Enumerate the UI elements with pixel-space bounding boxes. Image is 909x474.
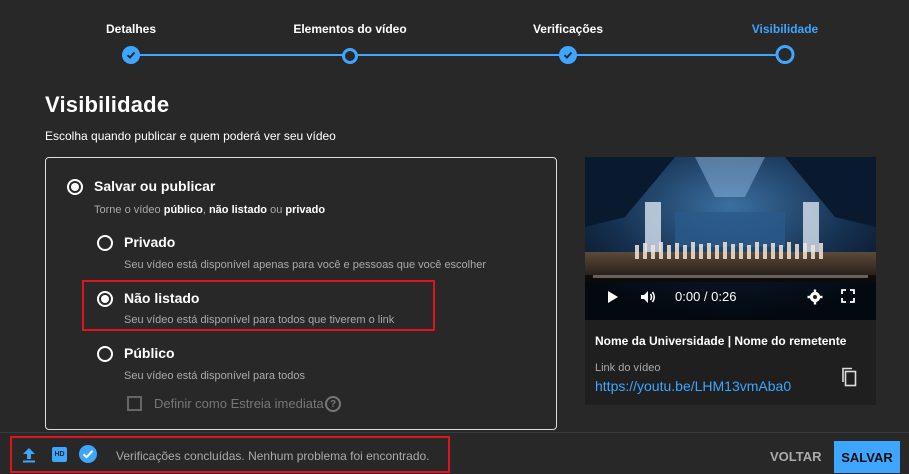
upload-icon[interactable]	[22, 447, 36, 468]
option-nao-listado-label[interactable]: Não listado	[124, 290, 199, 306]
footer-status-text: Verificações concluídas. Nenhum problema…	[116, 449, 430, 463]
help-icon[interactable]: ?	[325, 396, 341, 412]
fullscreen-icon[interactable]	[841, 289, 855, 308]
option-publico-label[interactable]: Público	[124, 345, 175, 361]
volume-icon[interactable]	[639, 288, 657, 311]
radio-privado[interactable]	[97, 235, 113, 251]
visibility-options-box: Salvar ou publicar Torne o vídeo público…	[45, 157, 557, 430]
settings-icon[interactable]	[807, 289, 823, 310]
stepper-progress-line	[131, 54, 785, 56]
play-icon[interactable]	[607, 290, 619, 309]
video-link-label: Link do vídeo	[595, 362, 661, 374]
step-visibilidade[interactable]: Visibilidade	[752, 22, 818, 36]
step-elementos[interactable]: Elementos do vídeo	[293, 22, 406, 36]
premiere-checkbox[interactable]	[127, 396, 142, 411]
back-button[interactable]: VOLTAR	[760, 443, 832, 470]
radio-save-publish[interactable]	[67, 179, 83, 195]
option-privado-desc: Seu vídeo está disponível apenas para vo…	[124, 259, 487, 271]
copy-icon[interactable]	[841, 367, 857, 392]
step-detalhes-check-icon[interactable]	[122, 46, 140, 64]
video-time: 0:00 / 0:26	[675, 289, 737, 304]
step-elementos-dot[interactable]	[342, 48, 358, 64]
step-visibilidade-dot[interactable]	[775, 45, 795, 64]
video-controls: 0:00 / 0:26	[585, 275, 876, 320]
video-preview-card: 0:00 / 0:26 Nome da Universidade | Nome …	[585, 157, 876, 405]
hd-badge-text: HD	[54, 451, 65, 458]
save-publish-desc-or: ou	[267, 204, 286, 216]
option-publico-desc: Seu vídeo está disponível para todos	[124, 370, 306, 382]
video-title: Nome da Universidade | Nome do remetente	[595, 334, 847, 348]
stepper: Detalhes Elementos do vídeo Verificações…	[0, 0, 909, 72]
save-publish-desc-private: privado	[285, 204, 326, 216]
footer-bar: HD Verificações concluídas. Nenhum probl…	[0, 432, 909, 474]
page-title: Visibilidade	[45, 92, 170, 117]
save-publish-desc-public: público	[163, 204, 203, 216]
save-publish-desc: Torne o vídeo público, não listado ou pr…	[94, 204, 325, 216]
step-verificacoes-check-icon[interactable]	[559, 46, 577, 64]
save-publish-desc-unlisted: não listado	[208, 204, 268, 216]
option-nao-listado-desc: Seu vídeo está disponível para todos que…	[124, 314, 395, 326]
step-detalhes[interactable]: Detalhes	[106, 22, 156, 36]
radio-nao-listado[interactable]	[97, 291, 113, 307]
save-publish-desc-prefix: Torne o vídeo	[94, 204, 164, 216]
premiere-label: Definir como Estreia imediata	[154, 396, 324, 411]
option-privado-label[interactable]: Privado	[124, 234, 175, 250]
step-verificacoes[interactable]: Verificações	[533, 22, 603, 36]
radio-publico[interactable]	[97, 346, 113, 362]
save-button[interactable]: SALVAR	[834, 441, 900, 473]
page-subtitle: Escolha quando publicar e quem poderá ve…	[45, 129, 336, 143]
hd-icon[interactable]: HD	[52, 447, 67, 462]
check-circle-icon[interactable]	[79, 445, 97, 468]
video-link[interactable]: https://youtu.be/LHM13vmAba0	[595, 378, 791, 394]
save-publish-label[interactable]: Salvar ou publicar	[94, 178, 215, 194]
